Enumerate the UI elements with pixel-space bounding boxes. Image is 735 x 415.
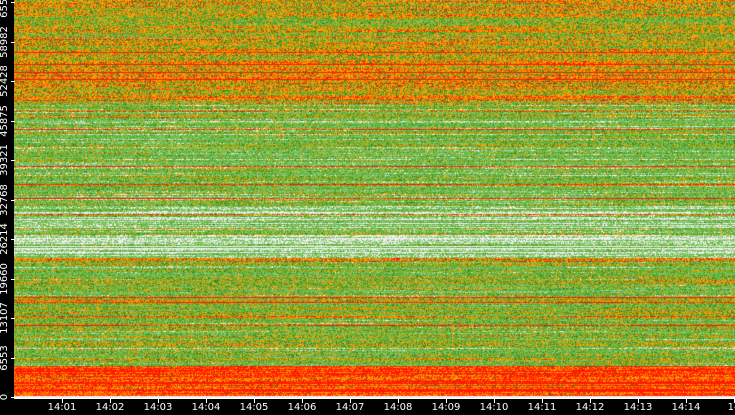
x-tick-label: 14 [727,402,735,413]
x-tick-label: 14:14 [671,402,701,413]
x-tick-label: 14:10 [479,402,509,413]
heatmap-chart: 0 6553 13107 19660 26214 32768 39321 45875 52428… [0,0,735,415]
x-tick-label: 14:11 [527,402,557,413]
y-tick-mark [11,239,15,240]
y-tick-label: 26214 [0,223,10,255]
y-tick-label: 39321 [0,144,10,176]
y-tick-label: 65536 [0,0,10,18]
y-tick-mark [11,41,15,43]
y-tick-mark [11,120,15,122]
y-tick-mark [11,278,15,280]
y-tick-mark [11,2,15,3]
x-tick-label: 14:02 [95,402,125,413]
y-tick-label: 32768 [0,183,10,216]
y-tick-label: 58982 [0,25,10,58]
y-tick-label: 45875 [0,104,10,137]
y-tick-mark [11,397,15,398]
x-tick-label: 14:01 [47,402,77,413]
x-tick-label: 14:09 [431,402,461,413]
y-tick-label: 19660 [0,262,10,295]
x-tick-label: 14:12 [575,402,605,413]
x-axis-line [14,398,735,399]
x-tick-label: 14:03 [143,402,173,413]
y-tick-mark [11,199,15,201]
heatmap-cells [14,0,735,398]
x-tick-label: 14:13 [623,402,653,413]
x-tick-label: 14:05 [239,402,269,413]
y-tick-label: 13107 [0,302,10,334]
x-tick-label: 14:04 [191,402,221,413]
x-tick-label: 14:07 [335,402,365,413]
y-tick-mark [11,160,15,161]
x-tick-label: 14:08 [383,402,413,413]
y-tick-label: 0 [0,393,10,401]
y-tick-mark [11,318,15,319]
y-tick-mark [11,81,15,82]
y-tick-label: 6553 [0,344,10,371]
x-tick-label: 14:06 [287,402,317,413]
y-tick-label: 52428 [0,65,10,97]
y-tick-mark [11,357,15,359]
